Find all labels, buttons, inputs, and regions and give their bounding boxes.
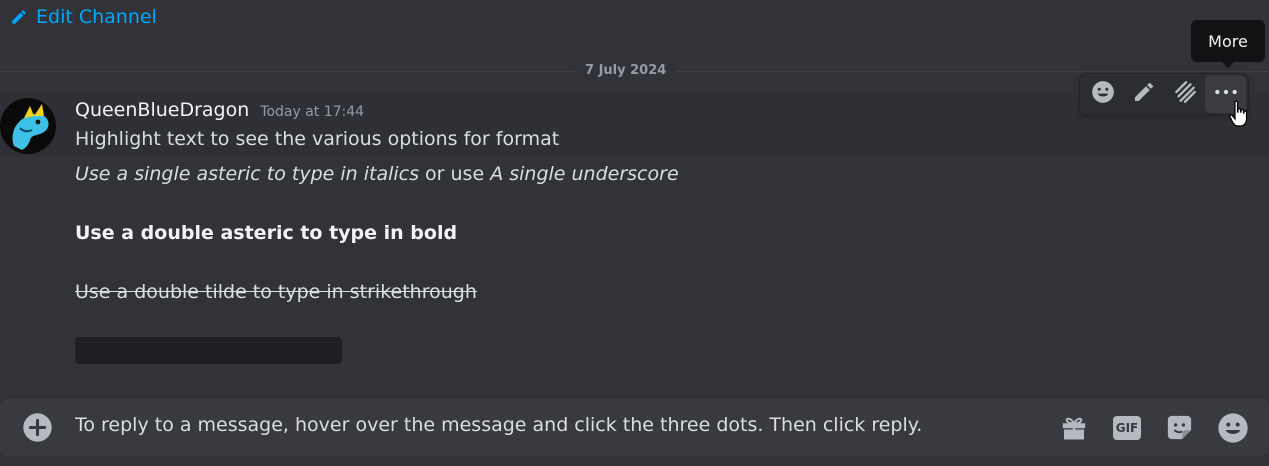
- gift-icon: [1059, 417, 1089, 446]
- author-name[interactable]: QueenBlueDragon: [75, 99, 249, 121]
- pencil-icon: [1132, 80, 1156, 108]
- emoji-icon: [1090, 79, 1116, 109]
- edit-channel-link[interactable]: Edit Channel: [10, 5, 157, 29]
- italic-text-b: A single underscore: [490, 163, 679, 185]
- pencil-icon: [10, 8, 28, 26]
- plain-text: or use: [419, 163, 491, 185]
- message-composer: GIF: [0, 399, 1269, 456]
- strikethrough-text-line: Use a double tilde to type in strikethro…: [75, 281, 477, 303]
- message-timestamp: Today at 17:44: [260, 104, 365, 120]
- more-tooltip: More: [1191, 20, 1265, 62]
- add-reaction-button[interactable]: [1082, 75, 1123, 113]
- thread-icon: [1172, 79, 1198, 109]
- bold-text-line: Use a double asteric to type in bold: [75, 222, 458, 244]
- hand-pointer-cursor-icon: [1229, 100, 1249, 132]
- message-input[interactable]: [75, 414, 1035, 436]
- edit-message-button[interactable]: [1123, 75, 1164, 113]
- tooltip-arrow: [1222, 62, 1234, 68]
- avatar[interactable]: [0, 98, 56, 154]
- italic-text-a: Use a single asteric to type in italics: [75, 163, 419, 185]
- create-thread-button[interactable]: [1164, 75, 1205, 113]
- sticker-icon: [1164, 415, 1195, 447]
- emoji-icon: [1217, 413, 1249, 448]
- emoji-button[interactable]: [1217, 412, 1249, 448]
- spoiler-block[interactable]: [75, 337, 342, 364]
- gif-button[interactable]: GIF: [1111, 412, 1143, 448]
- date-divider-label: 7 July 2024: [575, 62, 677, 80]
- sticker-button[interactable]: [1164, 412, 1195, 447]
- gif-label: GIF: [1115, 421, 1139, 435]
- gift-button[interactable]: [1059, 412, 1089, 446]
- message-action-toolbar: [1079, 73, 1249, 115]
- upload-button[interactable]: [22, 412, 53, 447]
- message-header: QueenBlueDragon Today at 17:44: [75, 99, 364, 121]
- plus-circle-icon: [22, 413, 53, 447]
- edit-channel-label: Edit Channel: [36, 6, 157, 28]
- message-line-2: Use a single asteric to type in italics …: [75, 163, 679, 185]
- message-line-1: Highlight text to see the various option…: [75, 128, 560, 150]
